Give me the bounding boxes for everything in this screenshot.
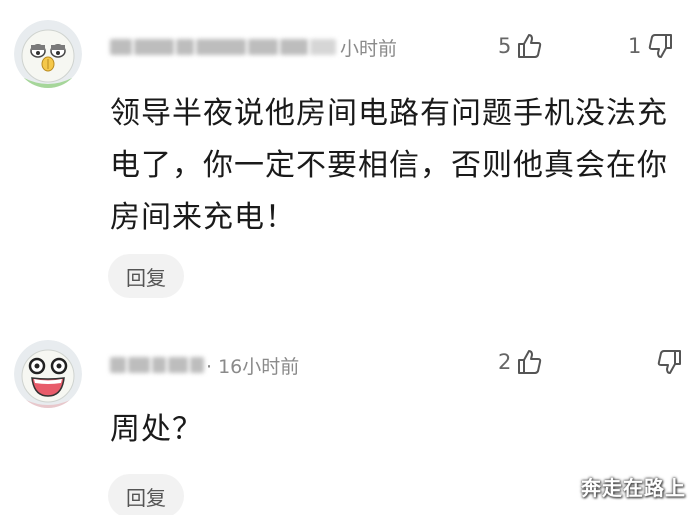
sleepy-face-avatar-icon <box>14 20 82 88</box>
thumbs-up-icon <box>518 350 542 374</box>
comment-body: 周处？ <box>110 412 203 447</box>
watermark: 奔走在路上 <box>581 476 686 500</box>
like-count: 2 <box>498 350 512 374</box>
comment-time: · 16小时前 <box>206 356 300 378</box>
comment-time: 小时前 <box>340 38 398 60</box>
avatar[interactable] <box>14 20 82 88</box>
like-count: 5 <box>498 34 512 58</box>
dislike-count: 1 <box>628 34 642 58</box>
thumbs-down-icon <box>649 34 673 58</box>
comment-item: 小时前 5 1 领导半夜说他房间电路有问题手机没法充电了，你一定不要相信，否则他… <box>0 0 700 320</box>
thumbs-down-icon <box>657 350 681 374</box>
like-button[interactable]: 5 <box>498 32 543 60</box>
laughing-face-avatar-icon <box>14 340 82 408</box>
like-button[interactable]: 2 <box>498 348 543 376</box>
reply-button[interactable]: 回复 <box>108 474 184 515</box>
avatar[interactable] <box>14 340 82 408</box>
dislike-button[interactable]: 1 <box>628 32 675 60</box>
dislike-button[interactable] <box>650 348 684 376</box>
comment-body: 领导半夜说他房间电路有问题手机没法充电了，你一定不要相信，否则他真会在你房间来充… <box>110 96 668 235</box>
username-blurred[interactable] <box>110 38 340 56</box>
reply-button[interactable]: 回复 <box>108 254 184 298</box>
thumbs-up-icon <box>518 34 542 58</box>
username-blurred[interactable] <box>110 356 206 374</box>
